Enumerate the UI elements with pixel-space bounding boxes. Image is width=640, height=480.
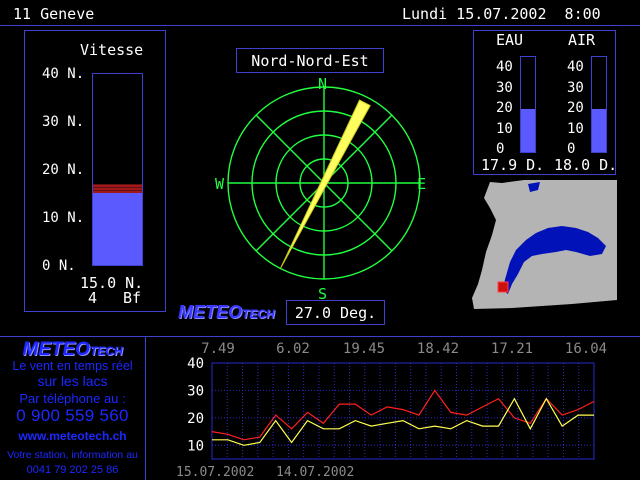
water-temperature-value: 17.9 D. <box>481 156 545 174</box>
air-temperature-bar <box>592 109 606 152</box>
water-axis-label: 30 <box>496 80 513 96</box>
history-y-label: 10 <box>187 438 204 454</box>
wind-history-chart: 7.49 6.02 19.45 18.42 17.21 16.04 40 30 20 10 15… <box>176 341 607 480</box>
history-y-label: 40 <box>187 356 204 372</box>
ad-website[interactable]: www.meteotech.ch <box>0 429 145 443</box>
air-axis-label: 40 <box>567 59 584 75</box>
logo-main: METEO <box>178 302 243 322</box>
air-axis-label: 30 <box>567 80 584 96</box>
ad-logo-sub: TECH <box>89 344 123 358</box>
history-plot-frame <box>211 362 595 460</box>
speed-axis-label: 30 N. <box>42 114 85 130</box>
ad-panel: METEOTECH Le vent en temps réel sur les … <box>0 337 145 480</box>
compass-w-label: W <box>215 175 225 193</box>
water-label: EAU <box>496 31 524 49</box>
history-time-label: 17.21 <box>491 341 533 357</box>
speed-axis-label: 40 N. <box>42 66 85 82</box>
station-marker <box>497 281 509 293</box>
history-time-label: 18.42 <box>417 341 459 357</box>
water-axis-label: 0 <box>496 141 505 157</box>
water-axis-label: 40 <box>496 59 513 75</box>
ad-tagline-2: sur les lacs <box>37 373 108 389</box>
meteotech-logo: METEOTECH <box>178 302 275 323</box>
history-y-label: 30 <box>187 383 204 399</box>
ad-logo: METEOTECH <box>0 339 145 361</box>
history-time-label: 7.49 <box>201 341 235 357</box>
direction-label: Nord-Nord-Est <box>251 52 369 70</box>
air-temperature-value: 18.0 D. <box>554 156 618 174</box>
beaufort-unit: Bf <box>123 289 142 307</box>
compass-e-label: E <box>417 175 427 193</box>
history-time-label: 19.45 <box>343 341 385 357</box>
history-time-label: 6.02 <box>276 341 310 357</box>
speed-title: Vitesse <box>80 41 144 59</box>
datetime: Lundi 15.07.2002 8:00 <box>402 5 601 23</box>
speed-axis-label: 0 N. <box>42 258 76 274</box>
water-axis-label: 10 <box>496 121 513 137</box>
speed-bar <box>93 193 142 265</box>
lake-geneva-map <box>472 180 617 309</box>
history-y-label: 20 <box>187 411 204 427</box>
air-axis-label: 0 <box>567 141 576 157</box>
speed-axis-label: 20 N. <box>42 162 85 178</box>
history-series-gust <box>211 389 595 441</box>
beaufort-number: 4 <box>88 289 98 307</box>
ad-phone-label: Par téléphone au : <box>19 391 126 406</box>
ad-phone-number: 0 900 559 560 <box>16 406 129 425</box>
compass-rose <box>227 86 421 280</box>
logo-sub: TECH <box>242 307 275 321</box>
header-divider <box>0 25 640 26</box>
compass-n-label: N <box>318 75 328 93</box>
history-time-label: 16.04 <box>565 341 607 357</box>
ad-tagline: Le vent en temps réel <box>12 359 133 373</box>
history-date-label: 15.07.2002 <box>176 465 254 480</box>
speed-axis-label: 10 N. <box>42 210 85 226</box>
air-label: AIR <box>568 31 596 49</box>
ad-logo-main: METEO <box>22 339 90 360</box>
water-axis-label: 20 <box>496 100 513 116</box>
water-temperature-bar <box>521 109 535 152</box>
degrees-value: 27.0 Deg. <box>294 304 377 322</box>
ad-info-label: Votre station, information au <box>7 449 138 461</box>
station-title: 11 Geneve <box>13 5 95 23</box>
history-date-label: 14.07.2002 <box>276 465 354 480</box>
history-series-average <box>212 397 594 446</box>
ad-phone-number-2: 0041 79 202 25 86 <box>26 464 119 476</box>
air-axis-label: 10 <box>567 121 584 137</box>
air-axis-label: 20 <box>567 100 584 116</box>
gust-marker <box>93 183 142 194</box>
